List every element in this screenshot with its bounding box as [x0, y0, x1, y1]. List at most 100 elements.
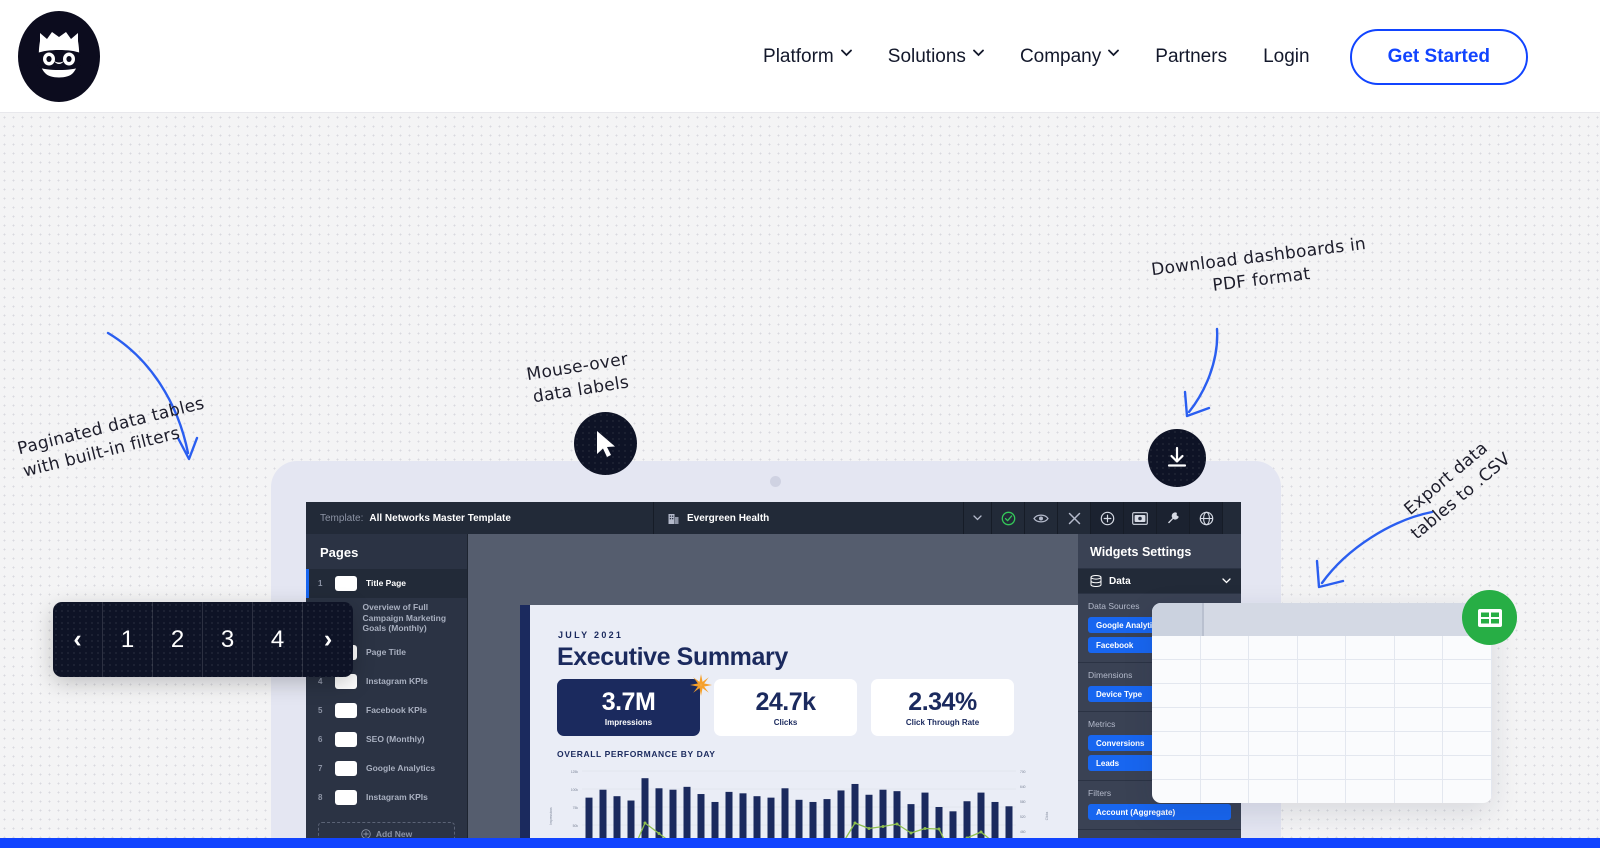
chip-account-aggregate[interactable]: Account (Aggregate) [1088, 804, 1231, 820]
template-selector[interactable]: Template: All Networks Master Template [306, 502, 654, 534]
page-item-6[interactable]: 6 SEO (Monthly) [306, 725, 467, 754]
spreadsheet-cell[interactable] [1249, 708, 1298, 731]
pagination-page-4[interactable]: 4 [253, 602, 303, 677]
spreadsheet-cell[interactable] [1395, 684, 1444, 707]
spreadsheet-cell[interactable] [1395, 780, 1444, 803]
account-selector[interactable]: Evergreen Health [654, 502, 964, 534]
spreadsheet-cell[interactable] [1298, 684, 1347, 707]
nav-item-login[interactable]: Login [1245, 46, 1328, 68]
spreadsheet-cell[interactable] [1346, 660, 1395, 683]
performance-chart[interactable]: 025k50k75k100k125k340400460520580640700I… [544, 761, 1054, 848]
spreadsheet-cell[interactable] [1395, 660, 1444, 683]
nav-item-solutions[interactable]: Solutions [870, 46, 1002, 68]
page-thumbnail [335, 761, 357, 776]
nav-item-partners[interactable]: Partners [1137, 46, 1245, 68]
spreadsheet-cell[interactable] [1249, 756, 1298, 779]
page-number: 5 [318, 706, 323, 715]
nav-item-platform[interactable]: Platform [745, 46, 870, 68]
spreadsheet-cell[interactable] [1249, 636, 1298, 659]
spreadsheet-cell[interactable] [1298, 660, 1347, 683]
spreadsheet-cell[interactable] [1346, 732, 1395, 755]
spreadsheet-cell[interactable] [1152, 708, 1201, 731]
pagination-widget[interactable]: ‹ 1 2 3 4 › [53, 602, 353, 677]
page-item-7[interactable]: 7 Google Analytics [306, 754, 467, 783]
spreadsheet-cell[interactable] [1298, 756, 1347, 779]
spreadsheet-badge[interactable] [1462, 590, 1517, 645]
spreadsheet-cell[interactable] [1249, 660, 1298, 683]
pagination-next[interactable]: › [303, 602, 353, 677]
spreadsheet-cell[interactable] [1298, 780, 1347, 803]
cursor-badge[interactable] [574, 412, 637, 475]
spreadsheet-cell[interactable] [1201, 660, 1250, 683]
spreadsheet-cell[interactable] [1298, 636, 1347, 659]
spreadsheet-cell[interactable] [1346, 780, 1395, 803]
spreadsheet-cell[interactable] [1395, 732, 1444, 755]
get-started-button[interactable]: Get Started [1349, 28, 1528, 85]
spreadsheet-cell[interactable] [1152, 636, 1201, 659]
spreadsheet-cell[interactable] [1298, 708, 1347, 731]
pagination-page-2[interactable]: 2 [153, 602, 203, 677]
spreadsheet-cell[interactable] [1443, 708, 1492, 731]
close-button[interactable] [1058, 502, 1091, 534]
spreadsheet-cell[interactable] [1201, 636, 1250, 659]
annotation-pdf: Download dashboards in PDF format [1150, 233, 1368, 296]
spreadsheet-cell[interactable] [1152, 780, 1201, 803]
kpi-card-ctr[interactable]: 2.34% Click Through Rate [871, 679, 1014, 736]
kpi-card-impressions[interactable]: 3.7M Impressions [557, 679, 700, 736]
spreadsheet-cell[interactable] [1201, 684, 1250, 707]
widgets-data-tab[interactable]: Data [1078, 568, 1241, 594]
spreadsheet-cell[interactable] [1249, 732, 1298, 755]
spreadsheet-cell[interactable] [1443, 732, 1492, 755]
spreadsheet-cell[interactable] [1395, 636, 1444, 659]
validate-button[interactable] [992, 502, 1025, 534]
spreadsheet-cell[interactable] [1443, 756, 1492, 779]
globe-button[interactable] [1190, 502, 1223, 534]
spreadsheet-cell[interactable] [1201, 780, 1250, 803]
tablet-camera [770, 476, 781, 487]
account-dropdown-toggle[interactable] [964, 502, 992, 534]
page-item-1[interactable]: 1 Title Page [306, 569, 467, 598]
preview-button[interactable] [1025, 502, 1058, 534]
pagination-page-3[interactable]: 3 [203, 602, 253, 677]
nav-label: Solutions [887, 45, 966, 67]
page-item-5[interactable]: 5 Facebook KPIs [306, 696, 467, 725]
page-item-8[interactable]: 8 Instagram KPIs [306, 783, 467, 812]
spreadsheet-cell[interactable] [1443, 660, 1492, 683]
spreadsheet-row [1152, 684, 1492, 708]
pagination-page-1[interactable]: 1 [103, 602, 153, 677]
spreadsheet-cell[interactable] [1395, 708, 1444, 731]
spreadsheet-cell[interactable] [1298, 732, 1347, 755]
ninja-mask-logo[interactable] [18, 11, 100, 102]
spreadsheet-cell[interactable] [1346, 756, 1395, 779]
add-widget-button[interactable] [1091, 502, 1124, 534]
settings-wrench-button[interactable] [1157, 502, 1190, 534]
svg-text:700: 700 [1020, 770, 1026, 774]
spreadsheet-cell[interactable] [1346, 636, 1395, 659]
spreadsheet-cell[interactable] [1249, 684, 1298, 707]
spreadsheet-cell[interactable] [1346, 708, 1395, 731]
csv-spreadsheet-overlay[interactable] [1152, 603, 1492, 803]
chevron-down-icon[interactable] [1222, 576, 1231, 587]
spreadsheet-cell[interactable] [1443, 684, 1492, 707]
pagination-prev[interactable]: ‹ [53, 602, 103, 677]
kpi-card-clicks[interactable]: 24.7k Clicks [714, 679, 857, 736]
widgets-panel-title: Widgets Settings [1090, 545, 1192, 559]
chevron-down-icon [973, 49, 984, 60]
spreadsheet-cell[interactable] [1249, 780, 1298, 803]
spreadsheet-cell[interactable] [1152, 660, 1201, 683]
spreadsheet-cell[interactable] [1443, 780, 1492, 803]
spreadsheet-cell[interactable] [1395, 756, 1444, 779]
presentation-button[interactable] [1124, 502, 1157, 534]
spreadsheet-cell[interactable] [1346, 684, 1395, 707]
spreadsheet-cell[interactable] [1201, 756, 1250, 779]
nav-item-company[interactable]: Company [1002, 46, 1137, 68]
spreadsheet-cell[interactable] [1152, 684, 1201, 707]
spreadsheet-cell[interactable] [1152, 756, 1201, 779]
main-navigation: Platform Solutions Company Partners Logi… [745, 0, 1528, 113]
spreadsheet-row [1152, 780, 1492, 803]
spreadsheet-cell[interactable] [1201, 708, 1250, 731]
spreadsheet-cell[interactable] [1152, 732, 1201, 755]
download-badge[interactable] [1148, 429, 1206, 487]
page-number: 4 [318, 677, 323, 686]
spreadsheet-cell[interactable] [1201, 732, 1250, 755]
